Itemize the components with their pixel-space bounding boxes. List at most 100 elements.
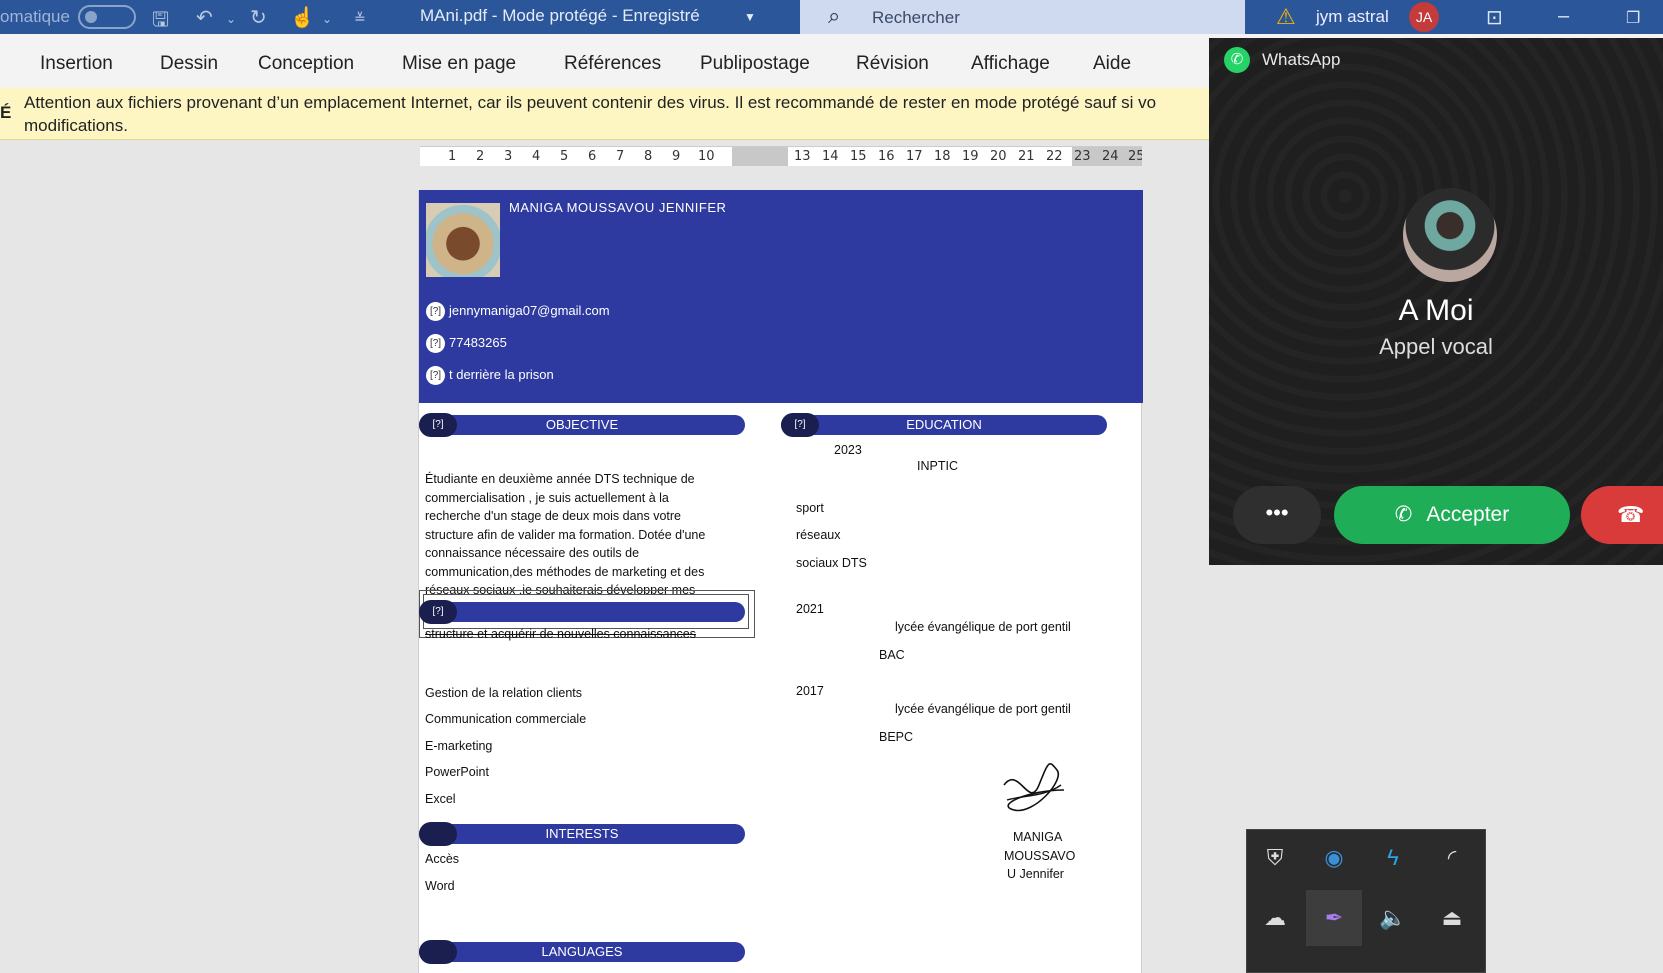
document-page[interactable]: MANIGA MOUSSAVOU JENNIFER [?] jennymaniga… [418,190,1143,973]
objective-overflow-text: structure et acquérir de nouvelles conna… [425,627,696,641]
skills-heading[interactable]: [?] [419,600,745,624]
touch-mode-icon[interactable]: ☝ [290,5,315,30]
ruler-mark: 16 [878,149,895,164]
tab-mise-en-page[interactable]: Mise en page [402,53,516,75]
accept-call-button[interactable]: ✆ Accepter [1334,486,1570,544]
ruler-mark: 22 [1046,149,1063,164]
signature-name-line: MOUSSAVO [1004,849,1076,863]
horizontal-ruler[interactable]: 1 2 3 4 5 6 7 8 9 10 13 14 15 16 17 18 1… [420,146,1142,166]
touch-dropdown-icon[interactable]: ⌄ [322,12,332,26]
edu-school: lycée évangélique de port gentil [895,702,1071,716]
user-avatar[interactable]: JA [1409,2,1439,32]
handwritten-signature [1003,762,1065,812]
tab-revision[interactable]: Révision [856,53,929,75]
autosave-label: omatique [0,7,70,26]
wifi-icon[interactable]: ◜ [1424,830,1480,886]
volume-icon[interactable]: 🔈 [1365,890,1421,946]
caller-name: A Moi [1398,294,1474,327]
email-text: jennymaniga07@gmail.com [449,302,610,318]
ribbon-display-icon[interactable]: ⊡ [1486,5,1503,30]
safely-remove-icon[interactable]: ⏏ [1424,890,1480,946]
signature-name-line: U Jennifer [1007,867,1064,881]
undo-dropdown-icon[interactable]: ⌄ [226,12,236,26]
whatsapp-call-window: ✆ WhatsApp A Moi Appel vocal ••• ✆ Accept… [1209,38,1663,565]
objective-heading: [?] OBJECTIVE [419,413,745,437]
tab-aide[interactable]: Aide [1093,53,1131,75]
skill-item: Communication commerciale [425,712,587,726]
feather-pen-icon[interactable]: ✒ [1306,890,1362,946]
skills-icon: [?] [419,600,457,624]
profile-photo [426,203,500,277]
protected-marker: É [0,103,12,122]
decline-call-button[interactable]: ☎ [1581,486,1663,544]
autosave-toggle[interactable] [78,5,136,29]
user-name[interactable]: jym astral [1316,7,1389,27]
ruler-mark: 23 [1074,149,1091,164]
interest-item: Accès [425,852,460,866]
ruler-mark: 9 [672,149,681,164]
shield-warning-icon[interactable]: ⛨ [1247,830,1303,886]
skill-item: E-marketing [425,739,493,753]
tab-affichage[interactable]: Affichage [971,53,1050,75]
phone-icon: ✆ [1394,503,1413,526]
ruler-mark: 14 [822,149,839,164]
ruler-mark: 18 [934,149,951,164]
ruler-mark: 13 [794,149,811,164]
ruler-mark: 20 [990,149,1007,164]
languages-heading: LANGUAGES [419,940,745,964]
education-icon: [?] [781,413,819,437]
accept-label: Accepter [1426,503,1510,526]
caller-avatar [1403,188,1497,282]
tab-conception[interactable]: Conception [258,53,354,75]
ruler-mark: 17 [906,149,923,164]
edu-school: lycée évangélique de port gentil [895,620,1071,634]
lightning-icon[interactable]: ϟ [1365,830,1421,886]
ruler-mark: 10 [698,149,715,164]
ruler-mark: 8 [644,149,653,164]
edu-year: 2017 [796,684,824,698]
edu-diploma: BEPC [879,730,914,744]
edu-year: 2023 [834,443,862,457]
address-text: t derrière la prison [449,366,554,382]
tab-dessin[interactable]: Dessin [160,53,218,75]
interests-icon [419,822,457,846]
more-options-button[interactable]: ••• [1233,486,1321,544]
interests-heading: INTERESTS [419,822,745,846]
edu-school: INPTIC [917,459,958,473]
tab-insertion[interactable]: Insertion [40,53,113,75]
edu-item: sociaux DTS [796,556,867,570]
document-title[interactable]: MAni.pdf - Mode protégé - Enregistré [420,6,700,26]
search-box[interactable]: ⌕ Rechercher [800,0,1245,34]
title-dropdown-icon[interactable]: ▼ [744,10,756,24]
network-utility-icon[interactable]: ◉ [1306,830,1362,886]
contact-email: [?] jennymaniga07@gmail.com [426,302,610,321]
skill-item: Gestion de la relation clients [425,686,583,700]
phone-icon: [?] [426,334,445,353]
tab-references[interactable]: Références [564,53,661,75]
ruler-mark: 3 [504,149,513,164]
ruler-mark: 4 [532,149,541,164]
undo-icon[interactable]: ↶ [196,5,213,30]
redo-icon[interactable]: ↻ [250,5,267,30]
search-placeholder: Rechercher [872,8,960,27]
contact-address: [?] t derrière la prison [426,366,554,385]
cv-header: MANIGA MOUSSAVOU JENNIFER [?] jennymaniga… [419,190,1143,403]
protected-message-line2: modifications. [24,116,128,135]
edu-year: 2021 [796,602,824,616]
search-icon: ⌕ [828,3,841,28]
call-type: Appel vocal [1379,334,1493,359]
education-heading: [?] EDUCATION [781,413,1107,437]
location-icon: [?] [426,366,445,385]
restore-icon[interactable]: ❐ [1626,8,1640,28]
ruler-mark: 7 [616,149,625,164]
ruler-mark: 19 [962,149,979,164]
ruler-mark: 24 [1102,149,1119,164]
ruler-mark: 5 [560,149,569,164]
edu-diploma: BAC [879,648,905,662]
onedrive-off-icon[interactable]: ☁ [1247,890,1303,946]
tab-publipostage[interactable]: Publipostage [700,53,810,75]
phone-text: 77483265 [449,334,507,350]
warning-icon[interactable]: ⚠ [1276,4,1296,30]
minimize-icon[interactable]: – [1558,5,1569,28]
customize-toolbar-icon[interactable]: ≚ [354,10,366,27]
